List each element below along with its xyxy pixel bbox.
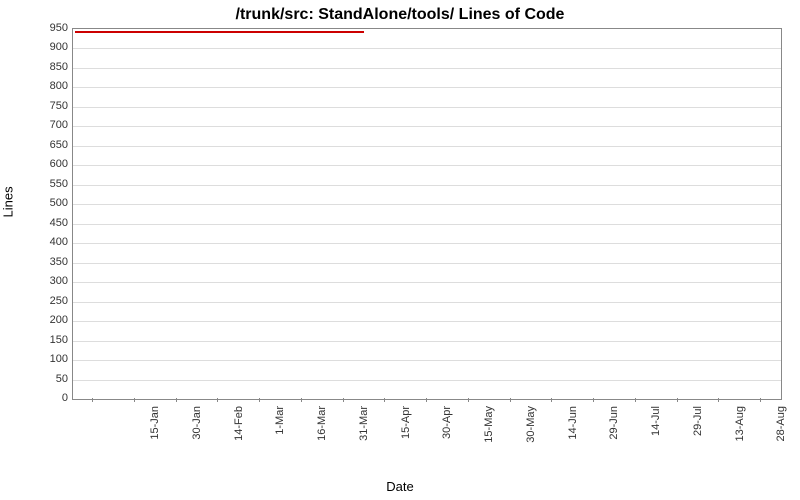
y-tick-label: 750 [28,100,68,112]
gridline [73,87,781,88]
x-tick-mark [718,398,719,402]
x-tick-label: 29-Jun [608,406,620,466]
x-tick-label: 15-Jan [149,406,161,466]
y-tick-label: 200 [28,314,68,326]
gridline [73,165,781,166]
data-line [75,31,364,33]
y-tick-label: 700 [28,119,68,131]
x-tick-mark [301,398,302,402]
gridline [73,224,781,225]
gridline [73,321,781,322]
y-tick-label: 100 [28,353,68,365]
x-tick-mark [760,398,761,402]
x-tick-label: 15-Apr [400,406,412,466]
x-tick-mark [176,398,177,402]
x-tick-mark [551,398,552,402]
x-tick-mark [593,398,594,402]
x-tick-label: 29-Jul [692,406,704,466]
gridline [73,185,781,186]
y-tick-label: 900 [28,41,68,53]
gridline [73,48,781,49]
x-tick-label: 30-Jan [191,406,203,466]
x-tick-label: 15-May [483,406,495,466]
plot-area [72,28,782,400]
gridline [73,341,781,342]
y-tick-label: 950 [28,22,68,34]
x-tick-label: 1-Mar [274,406,286,466]
x-tick-mark [134,398,135,402]
gridline [73,68,781,69]
x-tick-mark [468,398,469,402]
y-tick-label: 0 [28,392,68,404]
x-tick-mark [343,398,344,402]
gridline [73,243,781,244]
x-tick-label: 13-Aug [734,406,746,466]
y-tick-label: 450 [28,217,68,229]
y-tick-label: 50 [28,373,68,385]
y-tick-label: 250 [28,295,68,307]
x-tick-label: 14-Jul [650,406,662,466]
gridline [73,302,781,303]
y-tick-label: 800 [28,80,68,92]
x-tick-mark [635,398,636,402]
chart-container: /trunk/src: StandAlone/tools/ Lines of C… [0,0,800,500]
x-tick-label: 28-Aug [775,406,787,466]
x-tick-label: 14-Feb [233,406,245,466]
gridline [73,107,781,108]
gridline [73,360,781,361]
x-tick-mark [426,398,427,402]
y-tick-label: 850 [28,61,68,73]
y-tick-label: 400 [28,236,68,248]
x-tick-mark [677,398,678,402]
x-axis-label: Date [0,479,800,494]
gridline [73,380,781,381]
x-tick-label: 31-Mar [358,406,370,466]
y-axis-label: Lines [1,186,16,217]
x-tick-mark [92,398,93,402]
x-tick-mark [510,398,511,402]
y-tick-label: 150 [28,334,68,346]
chart-title: /trunk/src: StandAlone/tools/ Lines of C… [0,0,800,24]
gridline [73,126,781,127]
y-tick-label: 600 [28,158,68,170]
x-tick-mark [259,398,260,402]
y-tick-label: 550 [28,178,68,190]
gridline [73,204,781,205]
x-tick-label: 30-Apr [441,406,453,466]
gridline [73,146,781,147]
gridline [73,282,781,283]
x-tick-mark [384,398,385,402]
y-tick-label: 350 [28,256,68,268]
x-tick-label: 30-May [525,406,537,466]
y-tick-label: 500 [28,197,68,209]
y-tick-label: 300 [28,275,68,287]
x-tick-label: 14-Jun [567,406,579,466]
gridline [73,263,781,264]
x-tick-mark [217,398,218,402]
x-tick-label: 16-Mar [316,406,328,466]
y-tick-label: 650 [28,139,68,151]
